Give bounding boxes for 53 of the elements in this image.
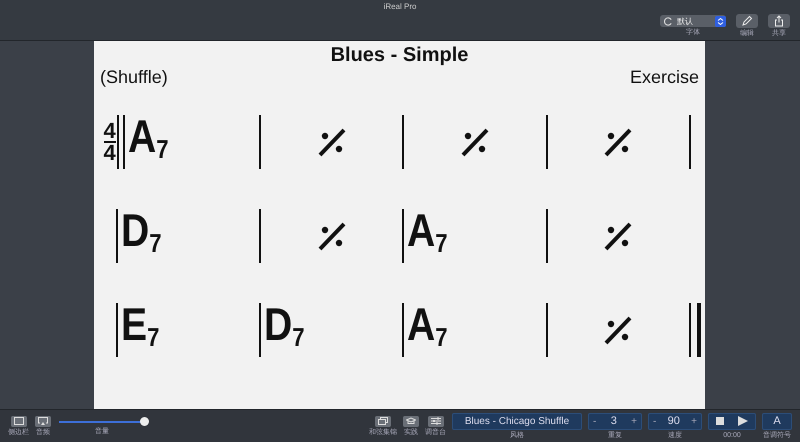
- audio-button[interactable]: [35, 416, 51, 426]
- repeat-measure-icon: [460, 127, 490, 157]
- chord-symbol: E$_{7}$: [120, 298, 160, 354]
- repeat-measure-icon: [603, 315, 634, 345]
- barline: [116, 303, 118, 357]
- repeat-measure-icon: [603, 127, 634, 157]
- cap-icon: [406, 417, 416, 425]
- double-barline: [116, 115, 125, 169]
- pencil-icon: [741, 15, 753, 27]
- song-title: Blues - Simple: [330, 43, 470, 67]
- play-icon[interactable]: [738, 416, 748, 426]
- barline: [259, 209, 262, 263]
- composer-text: Exercise: [630, 67, 699, 87]
- stepper-icon: [715, 16, 726, 26]
- chord-symbol: D$_{7}$: [120, 204, 162, 260]
- sidebar-icon: [14, 417, 24, 425]
- practice-button[interactable]: [403, 416, 419, 426]
- mixer-button[interactable]: [428, 416, 444, 426]
- barline: [546, 209, 548, 263]
- edit-button[interactable]: [736, 14, 758, 28]
- style-button[interactable]: Blues - Chicago Shuffle: [452, 412, 582, 430]
- barline: [259, 303, 262, 357]
- chord-symbol: D$_{7}$: [264, 298, 305, 354]
- cards-icon: [378, 417, 388, 425]
- barline: [546, 303, 548, 357]
- repeat-measure-icon: [603, 221, 634, 251]
- airplay-icon: [38, 417, 48, 425]
- refresh-icon: [664, 16, 673, 26]
- chord-symbol: A$_{7}$: [128, 110, 168, 166]
- font-select[interactable]: 默认: [660, 15, 726, 27]
- repeat-measure-icon: [316, 127, 347, 157]
- chord-symbol: A$_{7}$: [407, 204, 448, 260]
- sliders-icon: [430, 417, 440, 425]
- time-signature: 4 4: [104, 121, 116, 163]
- number-stepper[interactable]: - 3 +: [588, 412, 642, 430]
- chord-symbol: A$_{7}$: [407, 298, 448, 354]
- barline: [402, 209, 404, 263]
- sidebar-button[interactable]: [10, 416, 26, 426]
- key-button[interactable]: A: [762, 412, 792, 430]
- barline: [116, 209, 118, 263]
- window-title: iReal Pro: [384, 2, 416, 10]
- barline: [259, 115, 262, 169]
- barline: [689, 115, 692, 169]
- share-icon: [773, 15, 785, 27]
- barline: [402, 115, 404, 169]
- final-barline: [689, 303, 702, 357]
- repeat-measure-icon: [316, 221, 347, 251]
- barline: [402, 303, 404, 357]
- style-text: (Shuffle): [100, 67, 168, 87]
- barline: [546, 115, 548, 169]
- number-stepper[interactable]: - 90 +: [648, 412, 702, 430]
- share-button[interactable]: [768, 14, 790, 28]
- chords-button[interactable]: [375, 416, 391, 426]
